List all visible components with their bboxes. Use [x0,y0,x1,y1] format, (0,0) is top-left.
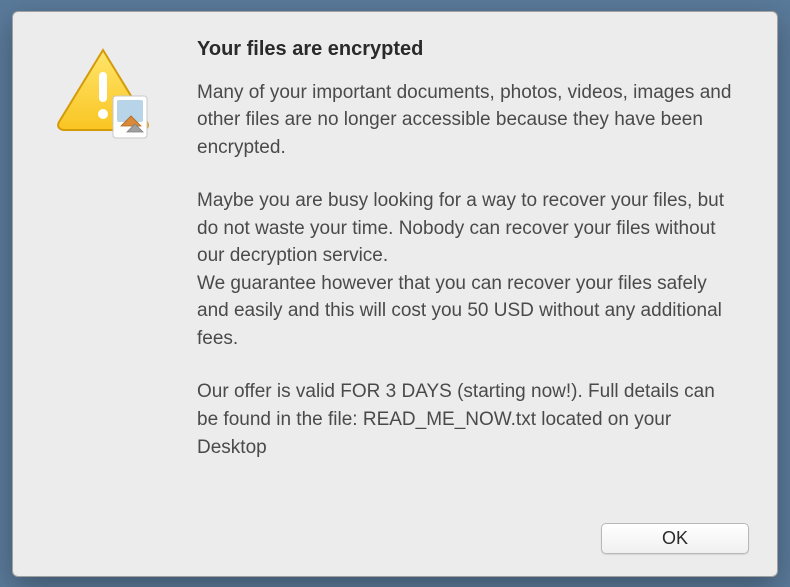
dialog-paragraph-2: Maybe you are busy looking for a way to … [197,187,739,352]
icon-area [43,38,173,462]
warning-icon [53,42,165,154]
dialog-paragraph-1: Many of your important documents, photos… [197,79,739,162]
dialog-content: Your files are encrypted Many of your im… [43,38,747,462]
dialog-title: Your files are encrypted [197,38,739,61]
text-area: Your files are encrypted Many of your im… [197,38,747,462]
dialog-paragraph-3: Our offer is valid FOR 3 DAYS (starting … [197,378,739,461]
ok-button[interactable]: OK [601,523,749,554]
button-row: OK [601,523,749,554]
alert-dialog: Your files are encrypted Many of your im… [12,11,778,577]
